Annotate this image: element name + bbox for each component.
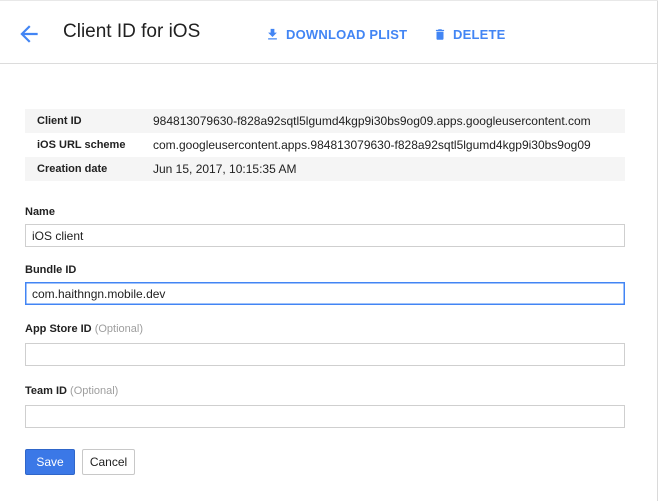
info-label: Client ID (37, 115, 82, 127)
info-label: iOS URL scheme (37, 139, 126, 151)
download-icon (268, 28, 277, 39)
back-button[interactable] (16, 21, 42, 47)
save-button[interactable]: Save (25, 449, 75, 475)
team-id-label: Team ID (Optional) (25, 385, 118, 397)
client-id-page: Client ID for iOS DOWNLOAD PLIST DELETE … (0, 0, 658, 501)
delete-label: DELETE (453, 26, 506, 42)
delete-button[interactable]: DELETE (433, 24, 505, 44)
name-input[interactable] (25, 224, 625, 247)
team-id-input[interactable] (25, 405, 625, 428)
name-label-text: Name (25, 206, 55, 218)
cancel-button[interactable]: Cancel (82, 449, 135, 475)
info-row-creation-date: Creation date Jun 15, 2017, 10:15:35 AM (25, 157, 625, 181)
page-header: Client ID for iOS DOWNLOAD PLIST DELETE (0, 0, 658, 64)
page-title: Client ID for iOS (63, 21, 201, 42)
app-store-id-label: App Store ID (Optional) (25, 323, 143, 335)
bundle-id-label: Bundle ID (25, 264, 76, 276)
app-store-id-input[interactable] (25, 343, 625, 366)
bundle-id-label-text: Bundle ID (25, 264, 77, 276)
download-plist-label: DOWNLOAD PLIST (286, 26, 408, 42)
url-scheme-value: com.googleusercontent.apps.984813079630-… (153, 138, 591, 152)
arrow-back-icon (20, 25, 38, 43)
info-row-url-scheme: iOS URL scheme com.googleusercontent.app… (25, 133, 625, 157)
download-plist-button[interactable]: DOWNLOAD PLIST (265, 24, 407, 44)
info-label: Creation date (37, 163, 108, 175)
creation-date-value: Jun 15, 2017, 10:15:35 AM (153, 162, 297, 176)
optional-hint: (Optional) (94, 323, 143, 335)
optional-hint: (Optional) (70, 385, 119, 397)
info-row-client-id: Client ID 984813079630-f828a92sqtl5lgumd… (25, 109, 625, 133)
app-store-id-label-text: App Store ID (25, 323, 92, 335)
bundle-id-input[interactable] (25, 282, 625, 305)
team-id-label-text: Team ID (25, 385, 67, 397)
trash-icon (435, 28, 445, 40)
client-info-table: Client ID 984813079630-f828a92sqtl5lgumd… (25, 109, 625, 181)
name-label: Name (25, 206, 55, 218)
client-id-value: 984813079630-f828a92sqtl5lgumd4kgp9i30bs… (153, 114, 591, 128)
